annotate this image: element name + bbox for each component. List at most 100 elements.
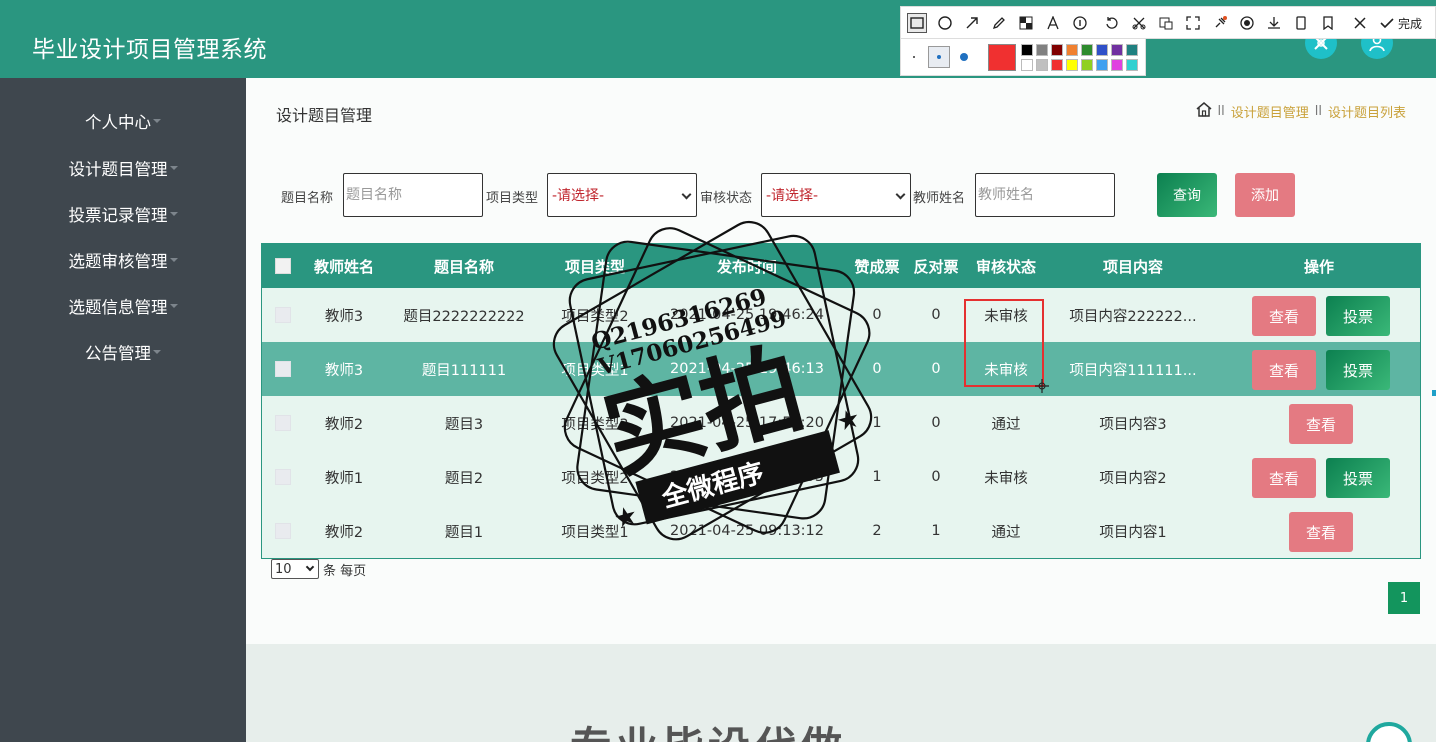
- query-button[interactable]: 查询: [1157, 173, 1217, 217]
- sidebar-item-notice[interactable]: 公告管理: [0, 337, 246, 367]
- ocr-tool-icon[interactable]: [1156, 13, 1176, 33]
- table-row[interactable]: 教师1 题目2 项目类型2 2021-04-25 09:36:05 1 0 未审…: [262, 450, 1420, 504]
- row-checkbox[interactable]: [275, 307, 291, 323]
- main-content: 设计题目管理 ll 设计题目管理 ll 设计题目列表 题目名称 项目类型 -请选…: [246, 78, 1436, 644]
- sidebar-item-profile[interactable]: 个人中心: [0, 106, 246, 136]
- check-icon[interactable]: [1377, 13, 1397, 33]
- title-cell: 题目111111: [421, 362, 507, 379]
- color-swatch[interactable]: [1081, 59, 1093, 71]
- page-size-select[interactable]: 10: [271, 559, 319, 579]
- view-button[interactable]: 查看: [1252, 296, 1316, 336]
- breadcrumb-item[interactable]: 设计题目管理: [1231, 102, 1309, 121]
- undo-icon[interactable]: [1102, 13, 1122, 33]
- time-cell: 2021-04-25 17:59:20: [670, 415, 824, 431]
- page-size-suffix: 条 每页: [323, 563, 367, 579]
- color-swatch[interactable]: [1081, 44, 1093, 56]
- current-color-swatch[interactable]: [988, 44, 1016, 71]
- sidebar-item-review[interactable]: 选题审核管理: [0, 245, 246, 275]
- row-checkbox[interactable]: [275, 469, 291, 485]
- color-swatch[interactable]: [1096, 59, 1108, 71]
- select-all-checkbox[interactable]: [275, 258, 291, 274]
- pen-tool-icon[interactable]: [989, 13, 1009, 33]
- phone-icon[interactable]: [1291, 13, 1311, 33]
- vote-button[interactable]: 投票: [1326, 350, 1390, 390]
- close-icon[interactable]: [1350, 13, 1370, 33]
- sidebar-item-topics[interactable]: 设计题目管理: [0, 153, 246, 183]
- view-button[interactable]: 查看: [1252, 350, 1316, 390]
- arrow-tool-icon[interactable]: [962, 13, 982, 33]
- color-swatch[interactable]: [1096, 44, 1108, 56]
- color-swatch[interactable]: [1021, 59, 1033, 71]
- color-swatch[interactable]: [1111, 44, 1123, 56]
- sidebar-item-selection[interactable]: 选题信息管理: [0, 291, 246, 321]
- color-swatch[interactable]: [1111, 59, 1123, 71]
- topic-table: 教师姓名 题目名称 项目类型 发布时间 赞成票 反对票 审核状态 项目内容 操作…: [261, 243, 1421, 559]
- for-votes-cell: 2: [872, 523, 882, 539]
- brush-large-icon[interactable]: [960, 53, 968, 61]
- row-checkbox[interactable]: [275, 523, 291, 539]
- color-swatch[interactable]: [1021, 44, 1033, 56]
- rectangle-tool-icon[interactable]: [907, 13, 927, 33]
- view-button[interactable]: 查看: [1252, 458, 1316, 498]
- footer-banner: 专业毕设代做: [246, 644, 1436, 742]
- against-votes-cell: 1: [931, 523, 941, 539]
- against-votes-cell: 0: [931, 469, 941, 485]
- teacher-cell: 教师2: [324, 524, 364, 541]
- type-filter-label: 项目类型: [486, 191, 539, 206]
- for-votes-cell: 0: [872, 307, 882, 323]
- page-title: 设计题目管理: [276, 106, 373, 125]
- fullscreen-icon[interactable]: [1183, 13, 1203, 33]
- color-swatch[interactable]: [1066, 44, 1078, 56]
- type-cell: 项目类型3: [561, 416, 629, 433]
- time-cell: 2021-04-25 19:46:24: [670, 307, 824, 323]
- number-tool-icon[interactable]: [1070, 13, 1090, 33]
- ellipse-tool-icon[interactable]: [935, 13, 955, 33]
- status-filter-label: 审核状态: [700, 191, 753, 206]
- title-filter-input[interactable]: [343, 173, 483, 217]
- color-palette: [900, 39, 1146, 76]
- screenshot-toolbar: 完成: [900, 6, 1436, 39]
- color-swatch[interactable]: [1126, 59, 1138, 71]
- brush-medium-icon[interactable]: [928, 46, 950, 68]
- status-filter-select[interactable]: -请选择-: [761, 173, 911, 217]
- color-swatch[interactable]: [1066, 59, 1078, 71]
- bookmark-icon[interactable]: [1318, 13, 1338, 33]
- done-label[interactable]: 完成: [1398, 15, 1422, 32]
- type-filter-select[interactable]: -请选择-: [547, 173, 697, 217]
- sidebar-item-votes[interactable]: 投票记录管理: [0, 199, 246, 229]
- page-size-control: 10 条 每页: [271, 559, 366, 579]
- add-button[interactable]: 添加: [1235, 173, 1295, 217]
- color-swatch[interactable]: [1126, 44, 1138, 56]
- color-swatch[interactable]: [1036, 59, 1048, 71]
- vote-button[interactable]: 投票: [1326, 296, 1390, 336]
- page-number-current[interactable]: 1: [1388, 582, 1420, 614]
- vote-button[interactable]: 投票: [1326, 458, 1390, 498]
- teacher-filter-input[interactable]: [975, 173, 1115, 217]
- content-cell: 项目内容222222...: [1069, 308, 1197, 325]
- content-cell: 项目内容111111...: [1069, 362, 1197, 379]
- record-icon[interactable]: [1237, 13, 1257, 33]
- table-row[interactable]: 教师3 题目2222222222 项目类型2 2021-04-25 19:46:…: [262, 288, 1420, 342]
- mosaic-tool-icon[interactable]: [1016, 13, 1036, 33]
- table-row[interactable]: 教师2 题目3 项目类型3 2021-04-25 17:59:20 1 0 通过…: [262, 396, 1420, 450]
- row-checkbox[interactable]: [275, 361, 291, 377]
- download-icon[interactable]: [1264, 13, 1284, 33]
- back-to-top-icon[interactable]: [1366, 722, 1412, 742]
- view-button[interactable]: 查看: [1289, 512, 1353, 552]
- color-swatch[interactable]: [1051, 59, 1063, 71]
- table-row[interactable]: 教师3 题目111111 项目类型1 2021-04-25 19:46:13 0…: [262, 342, 1420, 396]
- title-cell: 题目1: [444, 524, 484, 541]
- pin-icon[interactable]: [1210, 13, 1230, 33]
- view-button[interactable]: 查看: [1289, 404, 1353, 444]
- crop-tool-icon[interactable]: [1129, 13, 1149, 33]
- home-icon[interactable]: [1196, 102, 1212, 121]
- crosshair-cursor-icon: [1035, 379, 1049, 393]
- color-swatch[interactable]: [1051, 44, 1063, 56]
- caret-down-icon: [169, 258, 178, 262]
- table-row[interactable]: 教师2 题目1 项目类型1 2021-04-25 09:13:12 2 1 通过…: [262, 504, 1420, 558]
- color-swatch[interactable]: [1036, 44, 1048, 56]
- text-tool-icon[interactable]: [1043, 13, 1063, 33]
- row-checkbox[interactable]: [275, 415, 291, 431]
- column-header: 项目内容: [1102, 257, 1163, 276]
- brush-small-icon[interactable]: [913, 56, 915, 58]
